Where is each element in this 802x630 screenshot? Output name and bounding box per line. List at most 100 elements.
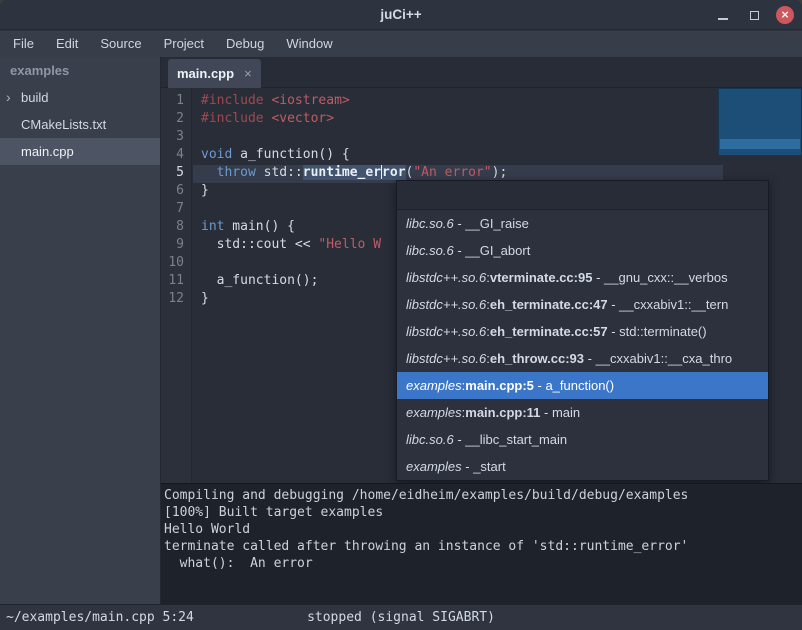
code-segment: "Hello W xyxy=(318,237,381,252)
frame-symbol: - _start xyxy=(462,459,506,474)
frame-symbol: - __GI_abort xyxy=(454,243,531,258)
code-segment: } xyxy=(201,291,209,306)
gutter: 123456789101112 xyxy=(161,88,192,483)
output-panel[interactable]: Compiling and debugging /home/eidheim/ex… xyxy=(161,483,802,604)
frame-library: examples xyxy=(406,405,462,420)
code-segment: #include xyxy=(201,93,271,108)
code-segment: main() { xyxy=(224,219,294,234)
frame-location: main.cpp:5 xyxy=(465,378,534,393)
text-cursor-caret xyxy=(381,165,382,179)
status-bar: stopped (signal SIGABRT) ~/examples/main… xyxy=(0,604,802,630)
frame-location: eh_terminate.cc:57 xyxy=(490,324,608,339)
code-segment: std::cout << xyxy=(201,237,318,252)
code-segment: "An error" xyxy=(413,165,491,180)
code-segment: std:: xyxy=(256,165,303,180)
frame-filter-input[interactable] xyxy=(397,181,768,210)
code-segment: int xyxy=(201,219,224,234)
code-line[interactable]: #include <vector> xyxy=(193,111,802,129)
titlebar: juCi++ × xyxy=(0,0,802,30)
code-segment: ror xyxy=(382,165,405,180)
stack-frame-item[interactable]: examples:main.cpp:5 - a_function() xyxy=(397,372,768,399)
stack-frame-item[interactable]: libstdc++.so.6:eh_terminate.cc:47 - __cx… xyxy=(397,291,768,318)
menu-item-file[interactable]: File xyxy=(2,31,45,57)
tree-item-label: CMakeLists.txt xyxy=(21,111,106,138)
tree-item-build[interactable]: › build xyxy=(0,84,160,111)
maximize-button[interactable] xyxy=(745,6,763,24)
line-number: 2 xyxy=(161,111,191,129)
line-number: 11 xyxy=(161,273,191,291)
frame-symbol: - __libc_start_main xyxy=(454,432,567,447)
frame-symbol: - __cxxabiv1::__tern xyxy=(608,297,729,312)
tree-item-label: build xyxy=(21,84,48,111)
frame-location: eh_throw.cc:93 xyxy=(490,351,584,366)
line-number: 1 xyxy=(161,93,191,111)
line-number: 9 xyxy=(161,237,191,255)
menu-item-debug[interactable]: Debug xyxy=(215,31,275,57)
code-line[interactable]: void a_function() { xyxy=(193,147,802,165)
code-line[interactable] xyxy=(193,129,802,147)
line-number: 8 xyxy=(161,219,191,237)
minimize-icon xyxy=(718,18,728,20)
frame-location: vterminate.cc:95 xyxy=(490,270,593,285)
juci-window: juCi++ × File Edit Source Project Debug … xyxy=(0,0,802,630)
code-editor[interactable]: 123456789101112 #include <iostream>#incl… xyxy=(161,88,802,483)
frame-symbol: - std::terminate() xyxy=(608,324,707,339)
code-segment xyxy=(201,165,217,180)
menu-item-source[interactable]: Source xyxy=(89,31,152,57)
frame-list: libc.so.6 - __GI_raiselibc.so.6 - __GI_a… xyxy=(397,210,768,480)
stack-frame-item[interactable]: examples - _start xyxy=(397,453,768,480)
code-line[interactable]: #include <iostream> xyxy=(193,93,802,111)
stack-frame-item[interactable]: libstdc++.so.6:eh_terminate.cc:57 - std:… xyxy=(397,318,768,345)
file-position: ~/examples/main.cpp 5:24 xyxy=(6,605,194,630)
doc-tooltip-strip xyxy=(720,139,800,149)
line-number: 7 xyxy=(161,201,191,219)
output-line: [100%] Built target examples xyxy=(164,504,802,521)
menu-item-window[interactable]: Window xyxy=(275,31,343,57)
frame-library: libstdc++.so.6 xyxy=(406,297,486,312)
file-tree-panel: examples › build CMakeLists.txt main.cpp xyxy=(0,57,161,604)
stack-frame-item[interactable]: libstdc++.so.6:eh_throw.cc:93 - __cxxabi… xyxy=(397,345,768,372)
code-segment: runtime_er xyxy=(303,165,381,180)
code-segment: ); xyxy=(492,165,508,180)
line-number: 10 xyxy=(161,255,191,273)
frame-location: main.cpp:11 xyxy=(465,405,540,420)
stack-frame-item[interactable]: libc.so.6 - __libc_start_main xyxy=(397,426,768,453)
tab-close-icon[interactable]: × xyxy=(244,66,252,81)
frame-symbol: - __gnu_cxx::__verbos xyxy=(592,270,727,285)
line-number: 5 xyxy=(161,165,191,183)
frame-symbol: - __cxxabiv1::__cxa_thro xyxy=(584,351,732,366)
code-segment: a_function() { xyxy=(232,147,349,162)
frame-symbol: - a_function() xyxy=(534,378,614,393)
code-segment: a_function(); xyxy=(201,273,318,288)
menu-item-project[interactable]: Project xyxy=(153,31,215,57)
stack-frame-item[interactable]: libc.so.6 - __GI_raise xyxy=(397,210,768,237)
code-segment: throw xyxy=(217,165,256,180)
code-segment: void xyxy=(201,147,232,162)
code-segment: <iostream> xyxy=(271,93,349,108)
window-title: juCi++ xyxy=(380,7,421,22)
code-segment: } xyxy=(201,183,209,198)
tree-item-maincpp[interactable]: main.cpp xyxy=(0,138,160,165)
doc-tooltip xyxy=(718,88,802,156)
line-number: 3 xyxy=(161,129,191,147)
stack-frame-item[interactable]: libstdc++.so.6:vterminate.cc:95 - __gnu_… xyxy=(397,264,768,291)
stack-frame-item[interactable]: libc.so.6 - __GI_abort xyxy=(397,237,768,264)
project-name: examples xyxy=(0,57,160,84)
minimize-button[interactable] xyxy=(714,6,732,24)
close-button[interactable]: × xyxy=(776,6,794,24)
frame-location: eh_terminate.cc:47 xyxy=(490,297,608,312)
output-line: terminate called after throwing an insta… xyxy=(164,538,802,555)
tree-item-label: main.cpp xyxy=(21,138,74,165)
menu-item-edit[interactable]: Edit xyxy=(45,31,89,57)
stack-frame-item[interactable]: examples:main.cpp:11 - main xyxy=(397,399,768,426)
tree-item-cmakelists[interactable]: CMakeLists.txt xyxy=(0,111,160,138)
frame-library: libc.so.6 xyxy=(406,216,454,231)
tab-main-cpp[interactable]: main.cpp × xyxy=(168,59,261,88)
frame-library: libstdc++.so.6 xyxy=(406,351,486,366)
frame-symbol: - __GI_raise xyxy=(454,216,529,231)
close-icon: × xyxy=(781,7,789,23)
tab-bar: main.cpp × xyxy=(161,57,802,88)
frame-library: examples xyxy=(406,459,462,474)
frame-library: libstdc++.so.6 xyxy=(406,324,486,339)
frame-library: examples xyxy=(406,378,462,393)
